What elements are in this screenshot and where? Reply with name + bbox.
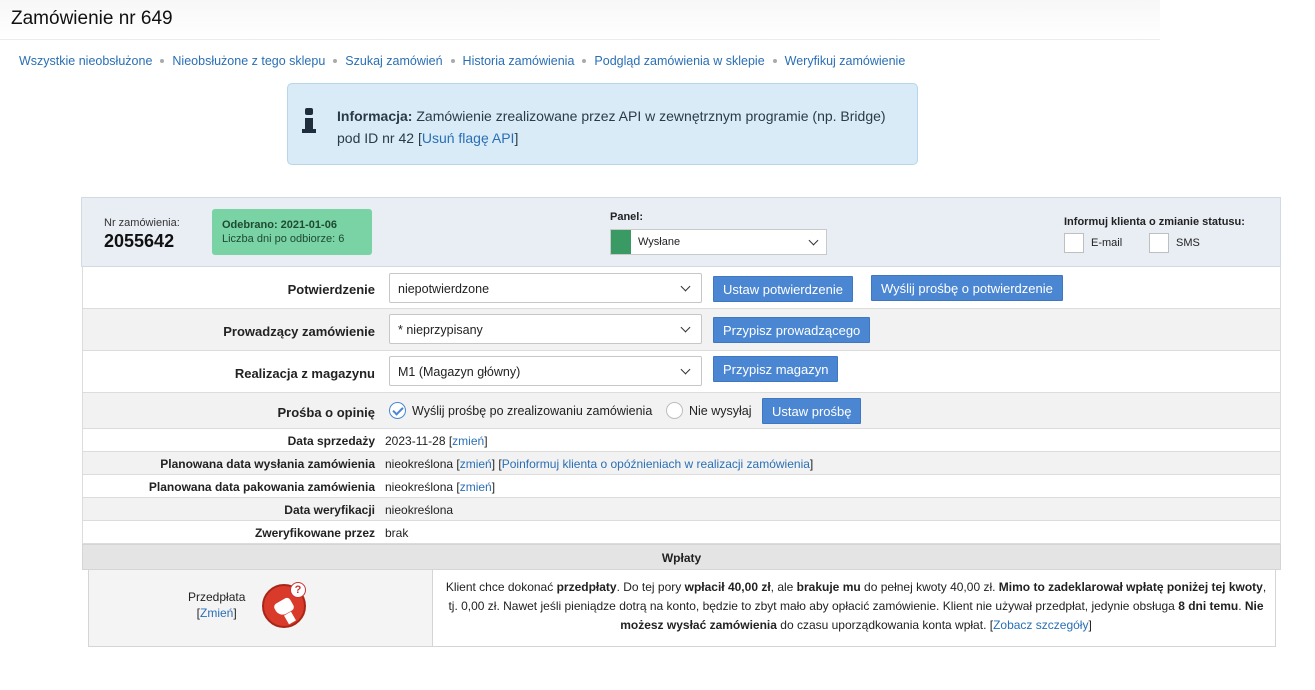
row-planned-ship-date: Planowana data wysłania zamówienia nieok… xyxy=(82,452,1281,475)
inform-client-label: Informuj klienta o zmianie statusu: xyxy=(1064,216,1245,228)
warehouse-label: Realizacja z magazynu xyxy=(234,366,375,381)
set-request-button[interactable]: Ustaw prośbę xyxy=(762,398,862,424)
received-date: Odebrano: 2021-01-06 xyxy=(222,219,337,231)
send-after-completion-radio[interactable] xyxy=(389,402,406,419)
change-pack-date-link[interactable]: zmień xyxy=(460,480,492,494)
row-confirmation: Potwierdzenie niepotwierdzone Ustaw potw… xyxy=(82,267,1281,309)
planned-pack-date-label: Planowana data pakowania zamówienia xyxy=(148,480,375,494)
info-icon xyxy=(301,108,317,134)
chevron-down-icon xyxy=(680,281,691,292)
separator-dot xyxy=(160,59,165,63)
page-title: Zamówienie nr 649 xyxy=(11,8,173,29)
assign-manager-button[interactable]: Przypisz prowadzącego xyxy=(713,317,871,343)
order-number: 2055642 xyxy=(104,231,175,251)
email-checkbox-label: E-mail xyxy=(1091,237,1123,249)
send-after-completion-label: Wyślij prośbę po zrealizowaniu zamówieni… xyxy=(412,404,653,418)
order-number-label: Nr zamówienia: xyxy=(104,217,180,229)
remove-api-flag-link[interactable]: Usuń flagę API xyxy=(422,130,515,146)
sale-date-value: 2023-11-28 [zmień] xyxy=(385,434,488,448)
see-details-link[interactable]: Zobacz szczegóły xyxy=(993,618,1088,632)
planned-ship-date: nieokreślona xyxy=(385,457,454,471)
nav-link-unhandled-shop[interactable]: Nieobsłużone z tego sklepu xyxy=(172,54,325,68)
row-verification-date: Data weryfikacji nieokreślona xyxy=(82,498,1281,521)
nav-link-search-orders[interactable]: Szukaj zamówień xyxy=(345,54,442,68)
row-planned-pack-date: Planowana data pakowania zamówienia nieo… xyxy=(82,475,1281,498)
order-header: Nr zamówienia: 2055642 Odebrano: 2021-01… xyxy=(81,197,1281,267)
row-verified-by: Zweryfikowane przez brak xyxy=(82,521,1281,544)
nav-link-preview-in-shop[interactable]: Podgląd zamówienia w sklepie xyxy=(594,54,764,68)
change-sale-date-link[interactable]: zmień xyxy=(452,434,484,448)
send-confirmation-request-button[interactable]: Wyślij prośbę o potwierdzenie xyxy=(871,275,1063,301)
panel-status-value: Wysłane xyxy=(638,236,681,248)
nav-link-all-unhandled[interactable]: Wszystkie nieobsłużone xyxy=(19,54,152,68)
sms-checkbox-label: SMS xyxy=(1176,237,1200,249)
confirmation-select[interactable]: niepotwierdzone xyxy=(389,273,702,303)
nav-link-verify-order[interactable]: Weryfikuj zamówienie xyxy=(785,54,906,68)
order-manager-select[interactable]: * nieprzypisany xyxy=(389,314,702,344)
verification-date-value: nieokreślona xyxy=(385,503,454,517)
confirmation-select-value: niepotwierdzone xyxy=(398,282,490,296)
warehouse-select-value: M1 (Magazyn główny) xyxy=(398,365,521,379)
payment-panel: Przedpłata [Zmień] ? Klient chce dokonać… xyxy=(88,569,1276,647)
assign-warehouse-button[interactable]: Przypisz magazyn xyxy=(713,356,839,382)
info-label: Informacja: xyxy=(337,108,413,124)
row-order-manager: Prowadzący zamówienie * nieprzypisany Pr… xyxy=(82,309,1281,351)
separator-dot xyxy=(333,59,338,63)
notify-delay-link[interactable]: Poinformuj klienta o opóźnieniach w real… xyxy=(502,457,810,471)
chevron-down-icon xyxy=(680,322,691,333)
confirmation-label: Potwierdzenie xyxy=(287,282,375,297)
info-message: Zamówienie zrealizowane przez API w zewn… xyxy=(337,108,886,146)
order-manager-label: Prowadzący zamówienie xyxy=(223,324,375,339)
info-box: Informacja: Zamówienie zrealizowane prze… xyxy=(287,83,918,165)
planned-pack-date-value: nieokreślona [zmień] xyxy=(385,480,496,494)
order-details-table: Potwierdzenie niepotwierdzone Ustaw potw… xyxy=(82,267,1281,570)
separator-dot xyxy=(450,59,455,63)
chevron-down-icon xyxy=(808,235,819,246)
payment-status-text: Klient chce dokonać przedpłaty. Do tej p… xyxy=(445,580,1267,632)
review-request-label: Prośba o opinię xyxy=(277,405,375,420)
title-bar: Zamówienie nr 649 xyxy=(0,0,1160,40)
payment-type-label: Przedpłata xyxy=(188,590,246,604)
verified-by-value: brak xyxy=(385,526,409,540)
payment-type-cell: Przedpłata [Zmień] ? xyxy=(89,570,433,646)
received-badge: Odebrano: 2021-01-06 Liczba dni po odbio… xyxy=(212,209,372,255)
panel-label: Panel: xyxy=(610,211,644,223)
change-ship-date-link[interactable]: zmień xyxy=(460,457,492,471)
separator-dot xyxy=(772,59,777,63)
info-bracket: ] xyxy=(514,130,519,146)
change-payment-type-link[interactable]: Zmień xyxy=(200,606,233,620)
sale-date: 2023-11-28 xyxy=(385,434,446,448)
chevron-down-icon xyxy=(680,364,691,375)
verification-date-label: Data weryfikacji xyxy=(284,503,375,517)
planned-ship-date-label: Planowana data wysłania zamówienia xyxy=(160,457,375,471)
row-sale-date: Data sprzedaży 2023-11-28 [zmień] xyxy=(82,429,1281,452)
info-text: Informacja: Zamówienie zrealizowane prze… xyxy=(337,105,897,149)
do-not-send-radio[interactable] xyxy=(666,402,683,419)
nav-links: Wszystkie nieobsłużone Nieobsłużone z teg… xyxy=(19,54,905,68)
planned-pack-date: nieokreślona xyxy=(385,480,454,494)
warehouse-select[interactable]: M1 (Magazyn główny) xyxy=(389,356,702,386)
do-not-send-label: Nie wysyłaj xyxy=(689,404,752,418)
payment-type: Przedpłata [Zmień] xyxy=(188,590,246,620)
sale-date-label: Data sprzedaży xyxy=(287,434,375,448)
payments-section-title: Wpłaty xyxy=(82,544,1281,570)
panel-status-select[interactable]: Wysłane xyxy=(610,229,827,255)
nav-link-order-history[interactable]: Historia zamówienia xyxy=(463,54,575,68)
days-after-receipt: Liczba dni po odbiorze: 6 xyxy=(222,233,345,245)
sms-checkbox[interactable] xyxy=(1149,233,1169,253)
email-checkbox[interactable] xyxy=(1064,233,1084,253)
status-color-swatch xyxy=(611,230,631,254)
set-confirmation-button[interactable]: Ustaw potwierdzenie xyxy=(713,276,853,302)
row-warehouse: Realizacja z magazynu M1 (Magazyn główny… xyxy=(82,351,1281,393)
planned-ship-date-value: nieokreślona [zmień] [Poinformuj klienta… xyxy=(385,457,814,471)
row-review-request: Prośba o opinię Wyślij prośbę po zrealiz… xyxy=(82,393,1281,429)
thumbs-down-warning-icon: ? xyxy=(262,582,306,628)
separator-dot xyxy=(582,59,587,63)
verified-by-label: Zweryfikowane przez xyxy=(254,526,375,540)
order-manager-select-value: * nieprzypisany xyxy=(398,323,483,337)
